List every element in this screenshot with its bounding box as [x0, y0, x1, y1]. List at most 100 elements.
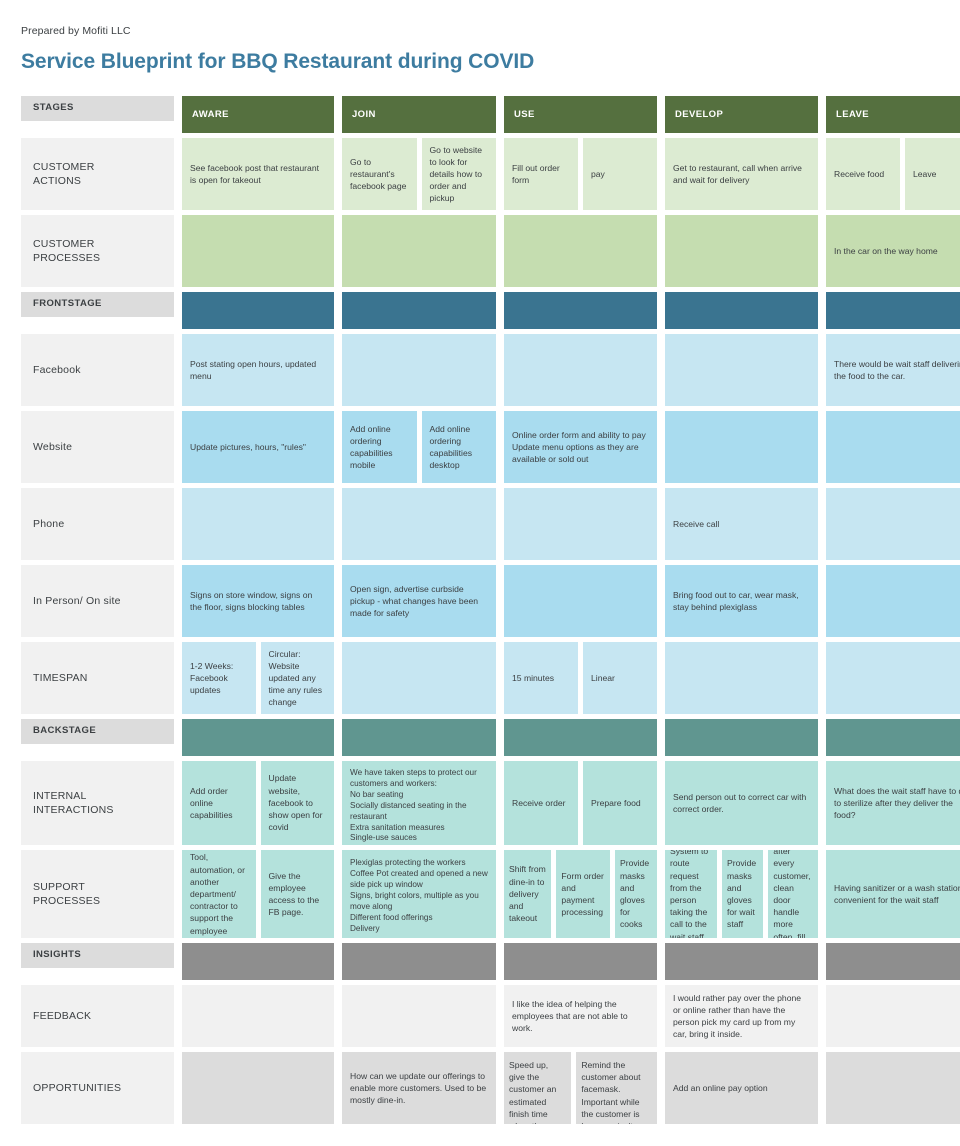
blueprint-cell[interactable]: Form order and payment processing: [556, 850, 610, 938]
blueprint-cell[interactable]: Add an online pay option: [665, 1052, 818, 1124]
blueprint-cell[interactable]: Signs on store window, signs on the floo…: [182, 565, 334, 637]
cellgroup-customer-actions-aware: See facebook post that restaurant is ope…: [182, 138, 334, 210]
blueprint-cell[interactable]: Receive order: [504, 761, 578, 845]
row-label-customer-processes: CUSTOMER PROCESSES: [21, 215, 174, 287]
row-label-text: INTERNAL INTERACTIONS: [33, 789, 114, 816]
blueprint-cell[interactable]: Receive food: [826, 138, 900, 210]
blueprint-cell[interactable]: Send person out to correct car with corr…: [665, 761, 818, 845]
blueprint-cell[interactable]: [826, 411, 960, 483]
blueprint-cell[interactable]: [826, 565, 960, 637]
blueprint-cell[interactable]: Provide masks and gloves for wait staff: [722, 850, 764, 938]
blueprint-cell[interactable]: We have taken steps to protect our custo…: [342, 761, 496, 845]
cellgroup-in-person-leave: [826, 565, 960, 637]
cellgroup-customer-actions-join: Go to restaurant's facebook page Go to w…: [342, 138, 496, 210]
blueprint-cell[interactable]: Plexiglas protecting the workers Coffee …: [342, 850, 496, 938]
blueprint-cell[interactable]: [342, 642, 496, 714]
band-frontstage-join: [342, 292, 496, 329]
stage-col-join: JOIN: [342, 96, 496, 133]
blueprint-cell[interactable]: System to route request from the person …: [665, 850, 718, 938]
blueprint-cell[interactable]: 15 minutes: [504, 642, 578, 714]
blueprint-cell[interactable]: pay: [583, 138, 657, 210]
blueprint-cell[interactable]: [665, 334, 818, 406]
blueprint-cell[interactable]: Update pictures, hours, "rules": [182, 411, 334, 483]
blueprint-cell[interactable]: [504, 334, 657, 406]
blueprint-cell[interactable]: What does the wait staff have to do to s…: [826, 761, 960, 845]
row-label-text: In Person/ On site: [33, 594, 121, 607]
blueprint-cell[interactable]: Give the employee access to the FB page.: [260, 850, 334, 938]
blueprint-cell[interactable]: [504, 488, 657, 560]
blueprint-cell[interactable]: Prepare food: [583, 761, 657, 845]
stage-header-join[interactable]: JOIN: [342, 96, 496, 133]
stage-header-leave[interactable]: LEAVE: [826, 96, 960, 133]
blueprint-cell[interactable]: Post stating open hours, updated menu: [182, 334, 334, 406]
blueprint-cell[interactable]: [342, 985, 496, 1047]
row-label-timespan: TIMESPAN: [21, 642, 174, 714]
cellgroup-internal-develop: Send person out to correct car with corr…: [665, 761, 818, 845]
blueprint-cell[interactable]: Online order form and ability to pay Upd…: [504, 411, 657, 483]
blueprint-cell[interactable]: I would rather pay over the phone or onl…: [665, 985, 818, 1047]
blueprint-cell[interactable]: Having sanitizer or a wash station conve…: [826, 850, 960, 938]
row-phone: Phone Receive call: [0, 488, 960, 560]
row-label-text: Facebook: [33, 363, 81, 376]
blueprint-cell[interactable]: [665, 642, 818, 714]
band-segment: [665, 719, 818, 756]
blueprint-cell[interactable]: I like the idea of helping the employees…: [504, 985, 657, 1047]
blueprint-cell[interactable]: Fill out order form: [504, 138, 578, 210]
band-segment: [504, 292, 657, 329]
blueprint-cell[interactable]: [182, 488, 334, 560]
blueprint-cell[interactable]: [665, 215, 818, 287]
blueprint-cell[interactable]: [504, 215, 657, 287]
blueprint-cell[interactable]: Get to restaurant, call when arrive and …: [665, 138, 818, 210]
cellgroup-internal-use: Receive order Prepare food: [504, 761, 657, 845]
blueprint-cell[interactable]: Remind the customer about facemask. Impo…: [576, 1052, 657, 1124]
blueprint-cell[interactable]: [826, 985, 960, 1047]
cellgroup-in-person-use: [504, 565, 657, 637]
blueprint-cell[interactable]: In the car on the way home: [826, 215, 960, 287]
blueprint-cell[interactable]: [826, 642, 960, 714]
stage-header-develop[interactable]: DEVELOP: [665, 96, 818, 133]
blueprint-cell[interactable]: [826, 1052, 960, 1124]
blueprint-cell[interactable]: Clean after every customer, clean door h…: [768, 850, 818, 938]
blueprint-cell[interactable]: Open sign, advertise curbside pickup - w…: [342, 565, 496, 637]
blueprint-cell[interactable]: Go to restaurant's facebook page: [342, 138, 417, 210]
blueprint-cell[interactable]: [342, 488, 496, 560]
blueprint-cell[interactable]: There would be wait staff delivering the…: [826, 334, 960, 406]
blueprint-cell[interactable]: Leave: [905, 138, 960, 210]
blueprint-cell[interactable]: Circular: Website updated any time any r…: [260, 642, 334, 714]
blueprint-cell[interactable]: Provide masks and gloves for cooks: [614, 850, 657, 938]
blueprint-cell[interactable]: See facebook post that restaurant is ope…: [182, 138, 334, 210]
stage-header-use[interactable]: USE: [504, 96, 657, 133]
blueprint-cell[interactable]: [182, 1052, 334, 1124]
blueprint-cell[interactable]: Speed up, give the customer an estimated…: [504, 1052, 572, 1124]
cellgroup-timespan-develop: [665, 642, 818, 714]
blueprint-cell[interactable]: Shift from dine-in to delivery and takeo…: [504, 850, 552, 938]
blueprint-cell[interactable]: Receive call: [665, 488, 818, 560]
cellgroup-customer-processes-leave: In the car on the way home: [826, 215, 960, 287]
blueprint-cell[interactable]: Add online ordering capabilities desktop: [421, 411, 496, 483]
band-segment: [665, 292, 818, 329]
blueprint-cell[interactable]: Add order online capabilities: [182, 761, 256, 845]
blueprint-cell[interactable]: Add online ordering capabilities mobile: [342, 411, 417, 483]
blueprint-cell[interactable]: Update website, facebook to show open fo…: [260, 761, 334, 845]
blueprint-grid: STAGES AWARE JOIN USE DEVELOP LEAVE CUST…: [0, 96, 960, 1129]
stage-header-aware[interactable]: AWARE: [182, 96, 334, 133]
blueprint-cell[interactable]: [826, 488, 960, 560]
blueprint-cell[interactable]: Tool, automation, or another department/…: [182, 850, 256, 938]
blueprint-cell[interactable]: [504, 565, 657, 637]
blueprint-cell[interactable]: [342, 334, 496, 406]
row-label-internal-interactions: INTERNAL INTERACTIONS: [21, 761, 174, 845]
blueprint-cell[interactable]: Linear: [583, 642, 657, 714]
blueprint-cell[interactable]: 1-2 Weeks: Facebook updates: [182, 642, 256, 714]
blueprint-cell[interactable]: Go to website to look for details how to…: [421, 138, 496, 210]
row-label-text: CUSTOMER PROCESSES: [33, 237, 101, 264]
row-website: Website Update pictures, hours, "rules" …: [0, 411, 960, 483]
blueprint-cell[interactable]: [182, 985, 334, 1047]
blueprint-cell[interactable]: How can we update our offerings to enabl…: [342, 1052, 496, 1124]
band-frontstage-aware: [182, 292, 334, 329]
row-label-text: BACKSTAGE: [33, 725, 97, 737]
blueprint-cell[interactable]: [182, 215, 334, 287]
blueprint-cell[interactable]: [665, 411, 818, 483]
blueprint-cell[interactable]: [342, 215, 496, 287]
blueprint-cell[interactable]: Bring food out to car, wear mask, stay b…: [665, 565, 818, 637]
cellgroup-opportunities-use: Speed up, give the customer an estimated…: [504, 1052, 657, 1124]
